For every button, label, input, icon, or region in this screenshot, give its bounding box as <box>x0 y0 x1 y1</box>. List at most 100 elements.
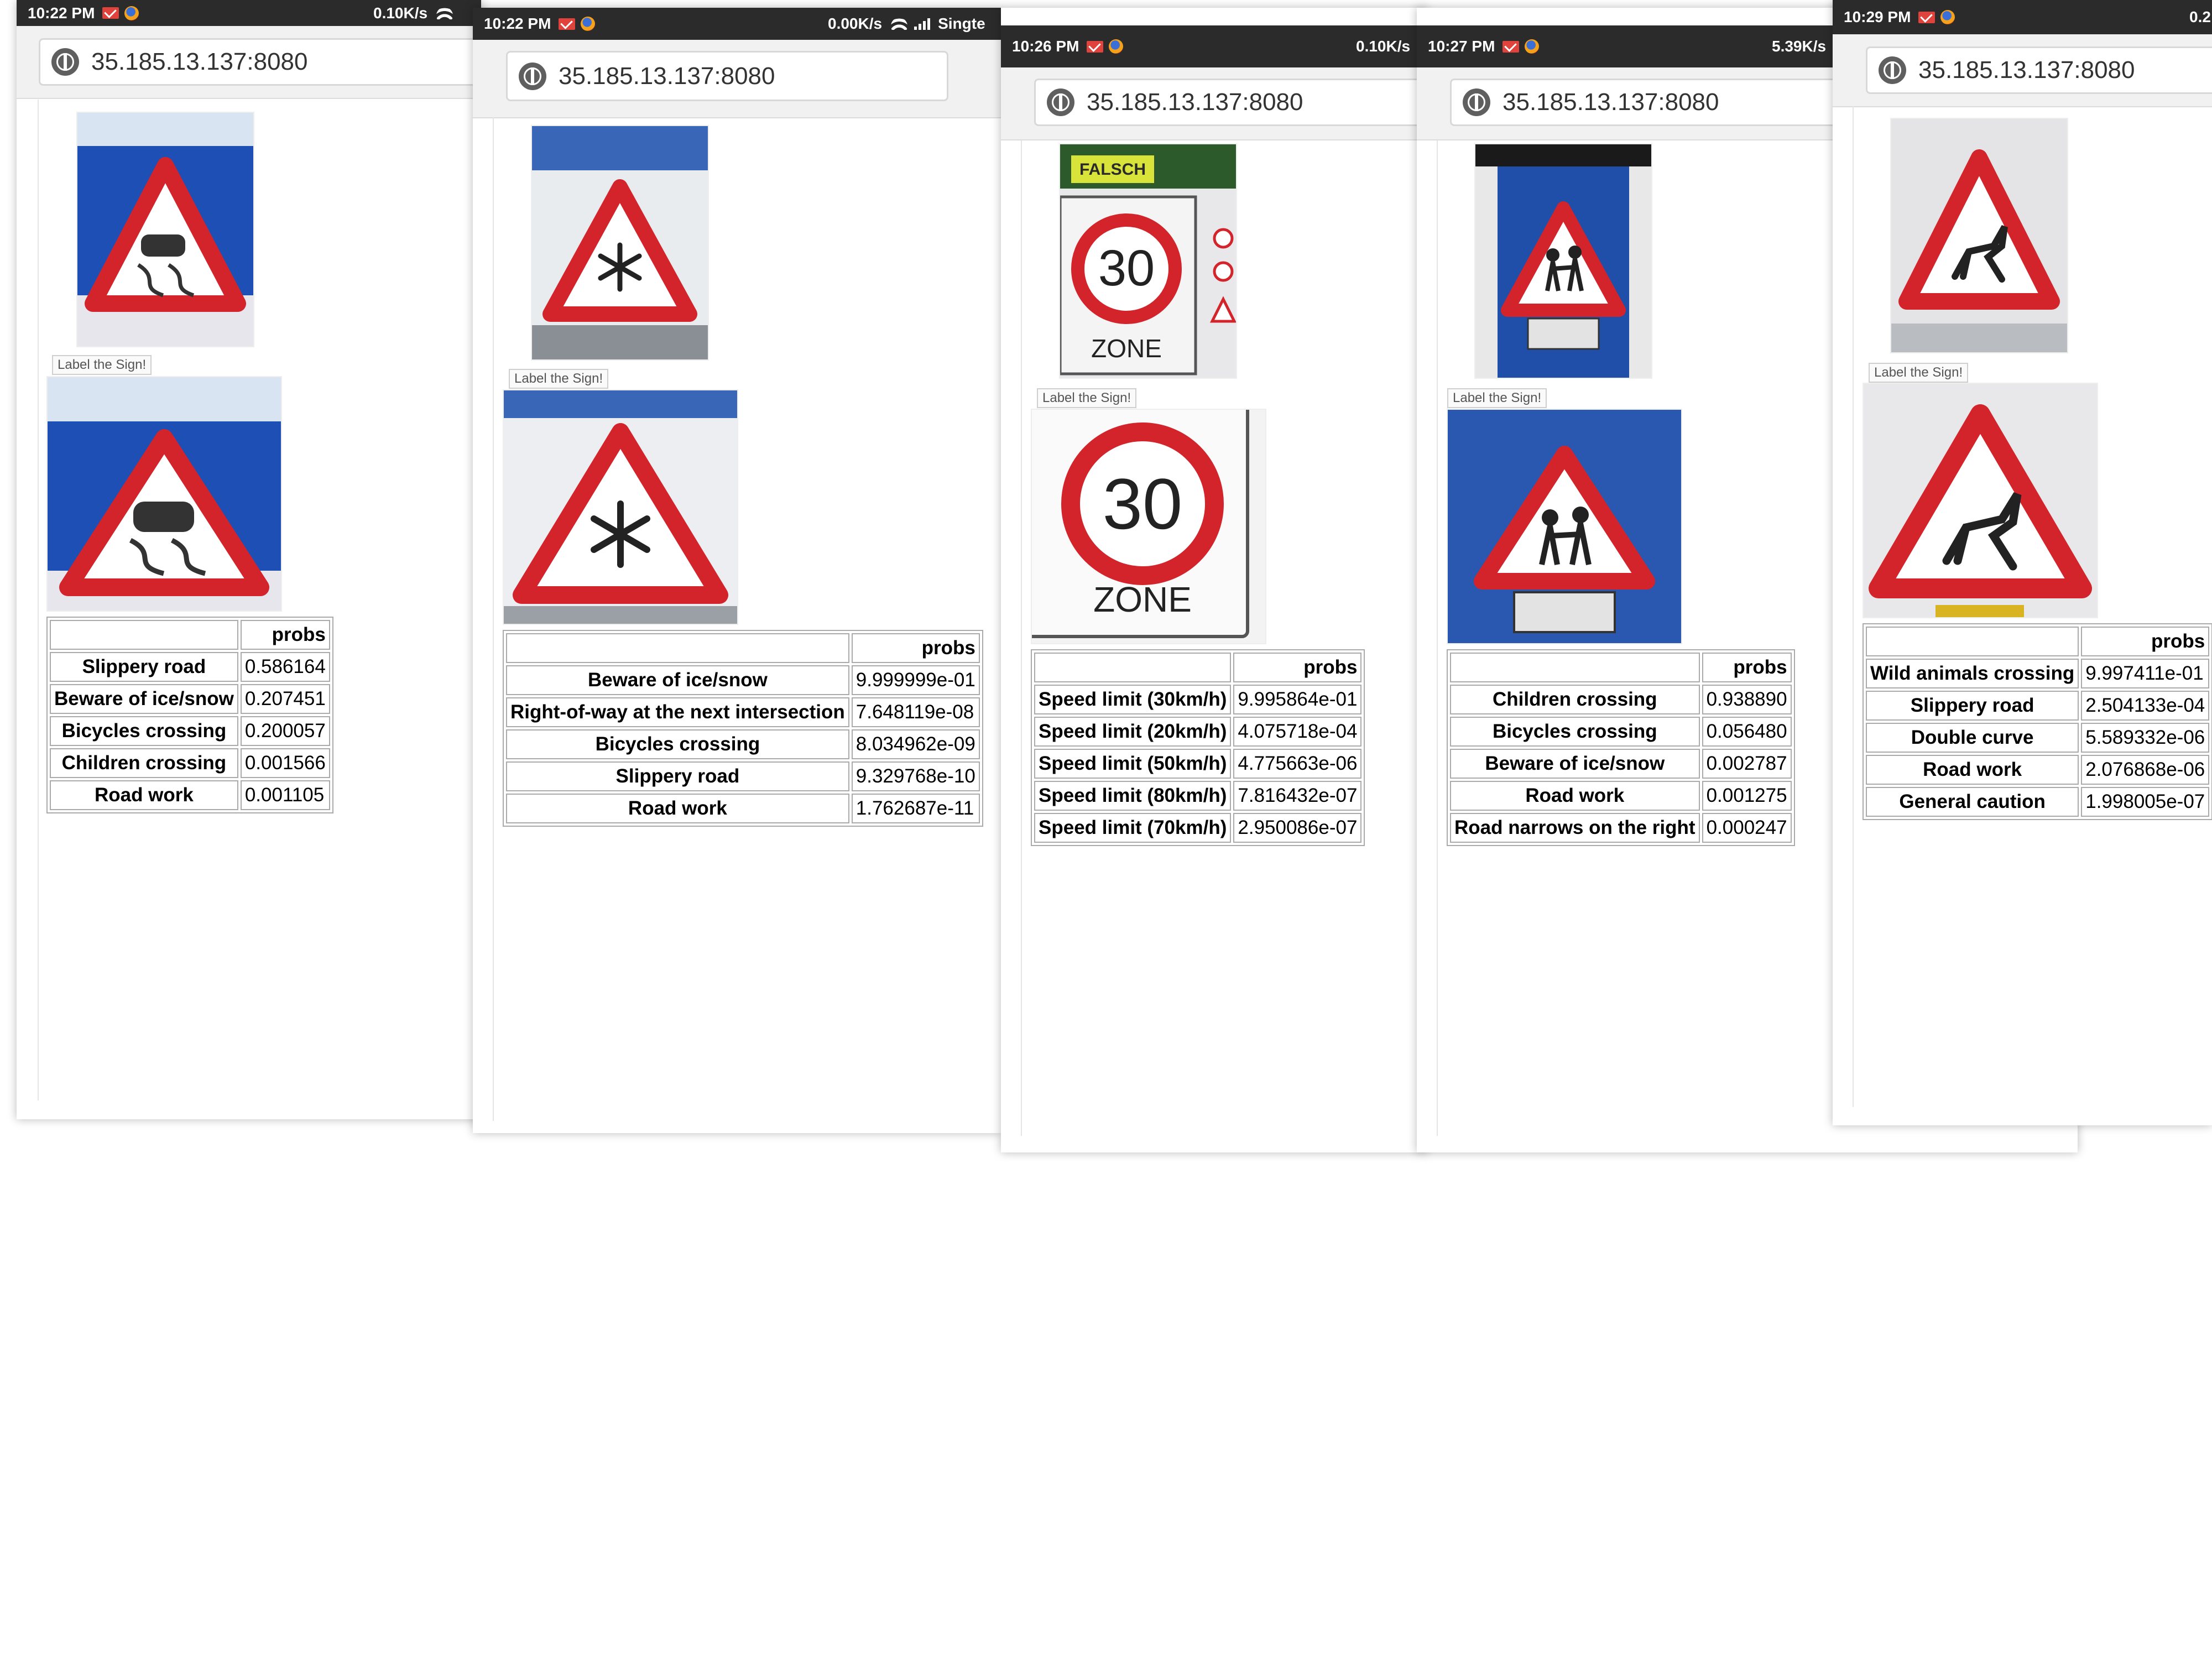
class-prob: 1.998005e-07 <box>2081 787 2210 817</box>
url-text[interactable]: 35.185.13.137:8080 <box>1503 88 1719 116</box>
url-text[interactable]: 35.185.13.137:8080 <box>559 62 775 90</box>
class-prob: 7.816432e-07 <box>1233 781 1362 811</box>
sign-thumbnail <box>1890 118 2068 353</box>
class-prob: 0.001566 <box>240 748 330 778</box>
prediction-table: probs Speed limit (30km/h) 9.995864e-01 S… <box>1031 649 1365 846</box>
sign-number-text: 30 <box>1098 240 1155 296</box>
mail-icon <box>559 18 576 30</box>
sign-top-text: FALSCH <box>1079 160 1146 179</box>
page-frame <box>1021 140 1022 1136</box>
table-row: Bicycles crossing 8.034962e-09 <box>506 729 980 759</box>
class-prob: 0.001275 <box>1702 781 1792 811</box>
table-row: Speed limit (20km/h) 4.075718e-04 <box>1034 717 1362 747</box>
class-prob: 0.207451 <box>240 684 330 714</box>
sign-word-text: ZONE <box>1091 334 1162 363</box>
table-row: Double curve 5.589332e-06 <box>1866 723 2210 753</box>
status-time: 10:27 PM <box>1428 38 1495 55</box>
wifi-icon <box>891 18 908 30</box>
class-label: Bicycles crossing <box>506 729 849 759</box>
status-time: 10:22 PM <box>484 15 551 32</box>
class-prob: 9.999999e-01 <box>851 665 980 695</box>
address-bar[interactable]: 35.185.13.137:8080 <box>506 51 948 101</box>
globe-icon <box>519 62 546 90</box>
globe-icon <box>1047 88 1074 116</box>
page-frame <box>1437 140 1438 1136</box>
class-prob: 2.950086e-07 <box>1233 813 1362 843</box>
class-label: Road work <box>50 780 238 810</box>
status-bar: 10:22 PM 0.00K/s Singte <box>473 8 1001 40</box>
phone-screen-2: 10:22 PM 0.00K/s Singte 35.185.13.137:80… <box>473 8 1001 1133</box>
address-bar[interactable]: 35.185.13.137:8080 <box>1866 46 2212 94</box>
probs-header: probs <box>851 633 980 663</box>
class-label: Road work <box>1866 755 2079 785</box>
class-label: Speed limit (30km/h) <box>1034 685 1232 714</box>
address-bar[interactable]: 35.185.13.137:8080 <box>1450 79 1856 126</box>
sign-thumbnail <box>1474 143 1652 379</box>
class-prob: 2.076868e-06 <box>2081 755 2210 785</box>
globe-icon <box>1879 56 1906 84</box>
mail-icon <box>102 7 119 19</box>
url-text[interactable]: 35.185.13.137:8080 <box>1918 56 2135 84</box>
label-sign-button[interactable]: Label the Sign! <box>1869 363 1969 383</box>
firefox-icon <box>1109 39 1124 54</box>
mail-icon <box>1503 40 1520 53</box>
class-label: Beware of ice/snow <box>50 684 238 714</box>
phone-screen-1: 10:22 PM 0.10K/s 35.185.13.137:8080 Labe… <box>17 0 481 1119</box>
network-speed: 5.39K/s <box>1772 38 1827 55</box>
probs-header: probs <box>1233 653 1362 682</box>
table-row: Beware of ice/snow 0.207451 <box>50 684 330 714</box>
address-bar[interactable]: 35.185.13.137:8080 <box>39 38 481 86</box>
label-sign-button[interactable]: Label the Sign! <box>52 355 152 375</box>
label-sign-button[interactable]: Label the Sign! <box>509 369 609 389</box>
class-label: Beware of ice/snow <box>506 665 849 695</box>
class-label: Wild animals crossing <box>1866 659 2079 688</box>
table-row: Wild animals crossing 9.997411e-01 <box>1866 659 2210 688</box>
table-row: General caution 1.998005e-07 <box>1866 787 2210 817</box>
class-prob: 7.648119e-08 <box>851 697 980 727</box>
status-bar: 10:29 PM 0.2 <box>1833 0 2212 34</box>
firefox-icon <box>1940 10 1955 24</box>
label-sign-button[interactable]: Label the Sign! <box>1447 388 1547 408</box>
label-sign-button[interactable]: Label the Sign! <box>1037 388 1137 408</box>
sign-crop <box>1447 409 1682 644</box>
class-label: Slippery road <box>50 652 238 682</box>
sign-crop <box>1863 383 2098 618</box>
blank-header <box>506 633 849 663</box>
phone-screen-3: 10:26 PM 0.10K/s 35.185.13.137:8080 FALS… <box>1001 8 1427 1152</box>
prediction-table: probs Children crossing 0.938890 Bicycles… <box>1447 649 1795 846</box>
table-row: Road work 0.001275 <box>1450 781 1792 811</box>
firefox-icon <box>1525 39 1540 54</box>
sign-crop <box>503 389 738 625</box>
browser-toolbar: 35.185.13.137:8080 <box>1417 67 1856 140</box>
class-prob: 9.329768e-10 <box>851 761 980 791</box>
url-text[interactable]: 35.185.13.137:8080 <box>1087 88 1303 116</box>
wifi-icon <box>436 7 453 19</box>
class-prob: 0.000247 <box>1702 813 1792 843</box>
class-label: Double curve <box>1866 723 2079 753</box>
network-speed: 0.00K/s <box>828 15 883 32</box>
browser-toolbar: 35.185.13.137:8080 <box>473 40 1001 118</box>
url-text[interactable]: 35.185.13.137:8080 <box>91 48 308 76</box>
class-label: Speed limit (20km/h) <box>1034 717 1232 747</box>
address-bar[interactable]: 35.185.13.137:8080 <box>1034 79 1427 126</box>
class-label: Children crossing <box>1450 685 1700 714</box>
class-label: Road work <box>506 794 849 823</box>
class-prob: 4.775663e-06 <box>1233 749 1362 779</box>
table-row: Slippery road 9.329768e-10 <box>506 761 980 791</box>
class-prob: 1.762687e-11 <box>851 794 980 823</box>
status-time: 10:29 PM <box>1844 8 1911 25</box>
page-frame <box>38 100 39 1100</box>
class-label: Speed limit (70km/h) <box>1034 813 1232 843</box>
status-time: 10:26 PM <box>1012 38 1079 55</box>
page-frame <box>493 117 494 1121</box>
status-bar: 10:27 PM 5.39K/s <box>1417 25 1834 67</box>
table-row: Road work 0.001105 <box>50 780 330 810</box>
class-label: Slippery road <box>1866 691 2079 721</box>
class-label: Bicycles crossing <box>50 716 238 746</box>
table-row: Bicycles crossing 0.056480 <box>1450 717 1792 747</box>
class-prob: 0.001105 <box>240 780 330 810</box>
table-row: Speed limit (50km/h) 4.775663e-06 <box>1034 749 1362 779</box>
table-row: Road work 2.076868e-06 <box>1866 755 2210 785</box>
class-prob: 2.504133e-04 <box>2081 691 2210 721</box>
class-label: Slippery road <box>506 761 849 791</box>
